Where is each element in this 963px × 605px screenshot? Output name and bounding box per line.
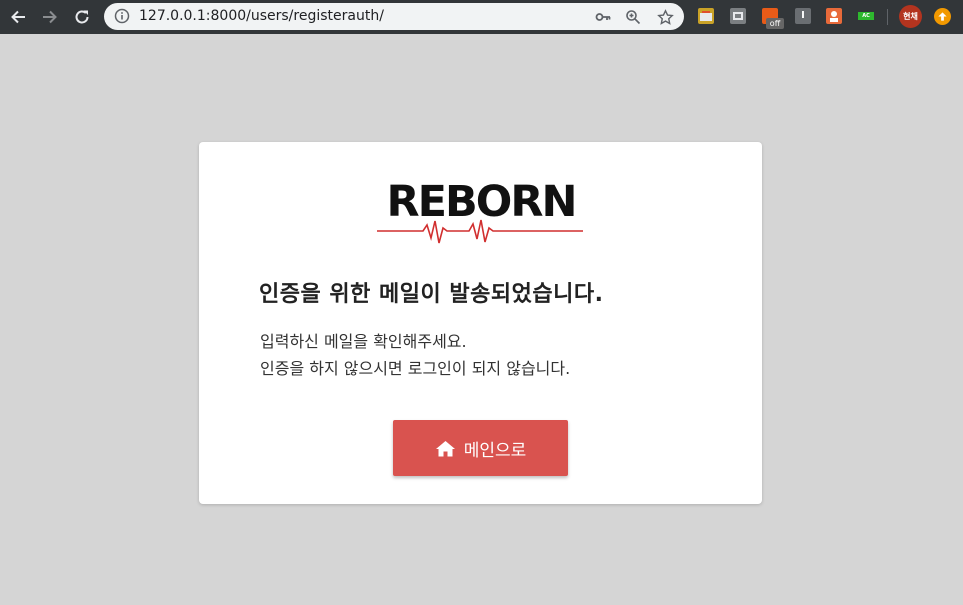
reload-button[interactable] (69, 4, 95, 30)
message-line-2: 인증을 하지 않으시면 로그인이 되지 않습니다. (260, 359, 571, 378)
forward-button[interactable] (37, 4, 63, 30)
notification-card: REBORN 인증을 위한 메일이 발송되었습니다. 입력하신 메일을 확인해주… (199, 142, 762, 504)
page-heading: 인증을 위한 메일이 발송되었습니다. (259, 282, 604, 307)
key-icon[interactable] (594, 8, 612, 26)
extension-icon[interactable] (826, 8, 842, 24)
message-line-1: 입력하신 메일을 확인해주세요. (260, 332, 467, 351)
extension-off-badge: off (766, 18, 784, 29)
profile-avatar[interactable]: 현채 (899, 5, 922, 28)
reborn-logo: REBORN (377, 177, 583, 244)
update-icon[interactable] (934, 8, 951, 25)
home-icon (435, 440, 456, 457)
extension-ac-badge[interactable]: AC (858, 12, 874, 20)
toolbar-divider (887, 9, 888, 25)
back-button[interactable] (5, 4, 31, 30)
reload-icon (75, 10, 89, 24)
extension-icon[interactable]: I (795, 8, 811, 24)
browser-toolbar: 127.0.0.1:8000/users/registerauth/ off I (0, 0, 963, 34)
extension-icon[interactable] (698, 8, 714, 24)
info-icon[interactable] (114, 8, 130, 28)
extension-icon[interactable] (730, 8, 746, 24)
star-icon[interactable] (656, 8, 674, 26)
go-main-button-label: 메인으로 (463, 440, 527, 461)
arrow-right-icon (43, 10, 57, 24)
go-main-button[interactable]: 메인으로 (393, 420, 568, 476)
logo-text: REBORN (387, 177, 576, 227)
arrow-left-icon (11, 10, 25, 24)
zoom-icon[interactable] (624, 8, 642, 26)
address-bar[interactable]: 127.0.0.1:8000/users/registerauth/ (104, 3, 684, 30)
url-text[interactable]: 127.0.0.1:8000/users/registerauth/ (139, 8, 384, 24)
